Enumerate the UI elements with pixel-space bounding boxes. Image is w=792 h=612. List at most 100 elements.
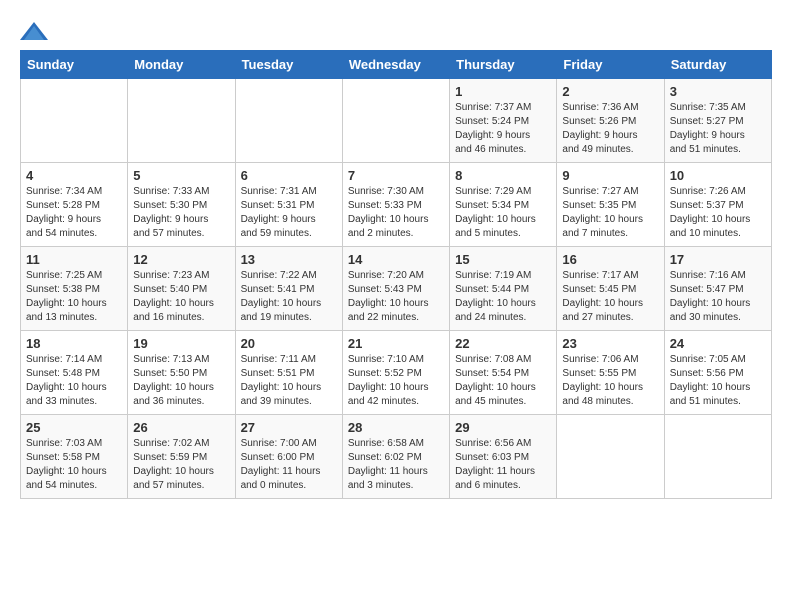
calendar-cell: 25Sunrise: 7:03 AM Sunset: 5:58 PM Dayli…	[21, 415, 128, 499]
day-number: 22	[455, 336, 551, 351]
calendar-cell: 21Sunrise: 7:10 AM Sunset: 5:52 PM Dayli…	[342, 331, 449, 415]
calendar-header-row: SundayMondayTuesdayWednesdayThursdayFrid…	[21, 51, 772, 79]
calendar-week-row: 25Sunrise: 7:03 AM Sunset: 5:58 PM Dayli…	[21, 415, 772, 499]
day-number: 26	[133, 420, 229, 435]
logo	[20, 22, 48, 42]
weekday-header: Friday	[557, 51, 664, 79]
day-content: Sunrise: 7:35 AM Sunset: 5:27 PM Dayligh…	[670, 101, 766, 157]
day-number: 21	[348, 336, 444, 351]
day-number: 28	[348, 420, 444, 435]
calendar-cell: 15 Sunrise: 7:19 AM Sunset: 5:44 PM Dayli…	[450, 247, 557, 331]
day-content: Sunrise: 7:22 AM Sunset: 5:41 PM Dayligh…	[241, 269, 337, 325]
calendar-cell: 7 Sunrise: 7:30 AM Sunset: 5:33 PM Daylig…	[342, 163, 449, 247]
calendar-cell	[557, 415, 664, 499]
day-content: Sunrise: 7:16 AM Sunset: 5:47 PM Dayligh…	[670, 269, 766, 325]
calendar-week-row: 1 Sunrise: 7:37 AM Sunset: 5:24 PM Daylig…	[21, 79, 772, 163]
day-number: 11	[26, 252, 122, 267]
day-number: 18	[26, 336, 122, 351]
weekday-header: Sunday	[21, 51, 128, 79]
day-number: 1	[455, 84, 551, 99]
weekday-header: Tuesday	[235, 51, 342, 79]
calendar-cell: 5 Sunrise: 7:33 AM Sunset: 5:30 PM Daylig…	[128, 163, 235, 247]
day-number: 17	[670, 252, 766, 267]
calendar-cell: 20 Sunrise: 7:11 AM Sunset: 5:51 PM Dayli…	[235, 331, 342, 415]
calendar-cell	[21, 79, 128, 163]
calendar-cell: 28 Sunrise: 6:58 AM Sunset: 6:02 PM Dayli…	[342, 415, 449, 499]
calendar-cell	[128, 79, 235, 163]
day-content: Sunrise: 7:06 AM Sunset: 5:55 PM Dayligh…	[562, 353, 658, 409]
calendar-cell: 14 Sunrise: 7:20 AM Sunset: 5:43 PM Dayli…	[342, 247, 449, 331]
day-content: Sunrise: 7:29 AM Sunset: 5:34 PM Dayligh…	[455, 185, 551, 241]
calendar-cell	[235, 79, 342, 163]
day-content: Sunrise: 6:58 AM Sunset: 6:02 PM Dayligh…	[348, 437, 444, 493]
calendar-cell: 6 Sunrise: 7:31 AM Sunset: 5:31 PM Daylig…	[235, 163, 342, 247]
day-number: 4	[26, 168, 122, 183]
calendar-cell: 4 Sunrise: 7:34 AM Sunset: 5:28 PM Daylig…	[21, 163, 128, 247]
calendar-cell: 22 Sunrise: 7:08 AM Sunset: 5:54 PM Dayli…	[450, 331, 557, 415]
day-number: 6	[241, 168, 337, 183]
day-content: Sunrise: 7:31 AM Sunset: 5:31 PM Dayligh…	[241, 185, 337, 241]
day-content: Sunrise: 7:00 AM Sunset: 6:00 PM Dayligh…	[241, 437, 337, 493]
calendar-cell: 27 Sunrise: 7:00 AM Sunset: 6:00 PM Dayli…	[235, 415, 342, 499]
day-number: 8	[455, 168, 551, 183]
day-number: 9	[562, 168, 658, 183]
calendar-cell: 26 Sunrise: 7:02 AM Sunset: 5:59 PM Dayli…	[128, 415, 235, 499]
day-number: 3	[670, 84, 766, 99]
calendar-cell: 11Sunrise: 7:25 AM Sunset: 5:38 PM Dayli…	[21, 247, 128, 331]
weekday-header: Thursday	[450, 51, 557, 79]
day-content: Sunrise: 7:33 AM Sunset: 5:30 PM Dayligh…	[133, 185, 229, 241]
day-number: 7	[348, 168, 444, 183]
day-content: Sunrise: 7:02 AM Sunset: 5:59 PM Dayligh…	[133, 437, 229, 493]
calendar-cell: 13 Sunrise: 7:22 AM Sunset: 5:41 PM Dayli…	[235, 247, 342, 331]
day-content: Sunrise: 7:20 AM Sunset: 5:43 PM Dayligh…	[348, 269, 444, 325]
calendar-cell: 12Sunrise: 7:23 AM Sunset: 5:40 PM Dayli…	[128, 247, 235, 331]
calendar-cell: 19 Sunrise: 7:13 AM Sunset: 5:50 PM Dayli…	[128, 331, 235, 415]
calendar-cell: 17 Sunrise: 7:16 AM Sunset: 5:47 PM Dayli…	[664, 247, 771, 331]
day-content: Sunrise: 7:14 AM Sunset: 5:48 PM Dayligh…	[26, 353, 122, 409]
calendar-week-row: 11Sunrise: 7:25 AM Sunset: 5:38 PM Dayli…	[21, 247, 772, 331]
calendar-cell: 2 Sunrise: 7:36 AM Sunset: 5:26 PM Daylig…	[557, 79, 664, 163]
day-number: 23	[562, 336, 658, 351]
calendar-cell: 29 Sunrise: 6:56 AM Sunset: 6:03 PM Dayli…	[450, 415, 557, 499]
day-number: 15	[455, 252, 551, 267]
logo-icon	[20, 22, 48, 40]
day-number: 29	[455, 420, 551, 435]
calendar-cell: 8 Sunrise: 7:29 AM Sunset: 5:34 PM Daylig…	[450, 163, 557, 247]
calendar-cell	[342, 79, 449, 163]
day-content: Sunrise: 7:05 AM Sunset: 5:56 PM Dayligh…	[670, 353, 766, 409]
day-number: 14	[348, 252, 444, 267]
day-number: 19	[133, 336, 229, 351]
calendar-cell: 24Sunrise: 7:05 AM Sunset: 5:56 PM Dayli…	[664, 331, 771, 415]
calendar-cell: 16Sunrise: 7:17 AM Sunset: 5:45 PM Dayli…	[557, 247, 664, 331]
calendar-cell: 3 Sunrise: 7:35 AM Sunset: 5:27 PM Daylig…	[664, 79, 771, 163]
day-number: 13	[241, 252, 337, 267]
day-content: Sunrise: 6:56 AM Sunset: 6:03 PM Dayligh…	[455, 437, 551, 493]
day-content: Sunrise: 7:17 AM Sunset: 5:45 PM Dayligh…	[562, 269, 658, 325]
calendar-cell: 9Sunrise: 7:27 AM Sunset: 5:35 PM Daylig…	[557, 163, 664, 247]
calendar-cell	[664, 415, 771, 499]
calendar-cell: 10Sunrise: 7:26 AM Sunset: 5:37 PM Dayli…	[664, 163, 771, 247]
day-number: 2	[562, 84, 658, 99]
day-number: 5	[133, 168, 229, 183]
day-content: Sunrise: 7:13 AM Sunset: 5:50 PM Dayligh…	[133, 353, 229, 409]
calendar: SundayMondayTuesdayWednesdayThursdayFrid…	[20, 50, 772, 499]
calendar-week-row: 18 Sunrise: 7:14 AM Sunset: 5:48 PM Dayli…	[21, 331, 772, 415]
day-content: Sunrise: 7:11 AM Sunset: 5:51 PM Dayligh…	[241, 353, 337, 409]
calendar-week-row: 4 Sunrise: 7:34 AM Sunset: 5:28 PM Daylig…	[21, 163, 772, 247]
day-content: Sunrise: 7:36 AM Sunset: 5:26 PM Dayligh…	[562, 101, 658, 157]
day-content: Sunrise: 7:37 AM Sunset: 5:24 PM Dayligh…	[455, 101, 551, 157]
page-header	[20, 16, 772, 42]
day-content: Sunrise: 7:34 AM Sunset: 5:28 PM Dayligh…	[26, 185, 122, 241]
weekday-header: Saturday	[664, 51, 771, 79]
day-number: 12	[133, 252, 229, 267]
day-number: 27	[241, 420, 337, 435]
calendar-cell: 18 Sunrise: 7:14 AM Sunset: 5:48 PM Dayli…	[21, 331, 128, 415]
day-content: Sunrise: 7:19 AM Sunset: 5:44 PM Dayligh…	[455, 269, 551, 325]
day-content: Sunrise: 7:08 AM Sunset: 5:54 PM Dayligh…	[455, 353, 551, 409]
day-content: Sunrise: 7:30 AM Sunset: 5:33 PM Dayligh…	[348, 185, 444, 241]
calendar-cell: 1 Sunrise: 7:37 AM Sunset: 5:24 PM Daylig…	[450, 79, 557, 163]
day-number: 20	[241, 336, 337, 351]
weekday-header: Wednesday	[342, 51, 449, 79]
day-number: 10	[670, 168, 766, 183]
weekday-header: Monday	[128, 51, 235, 79]
